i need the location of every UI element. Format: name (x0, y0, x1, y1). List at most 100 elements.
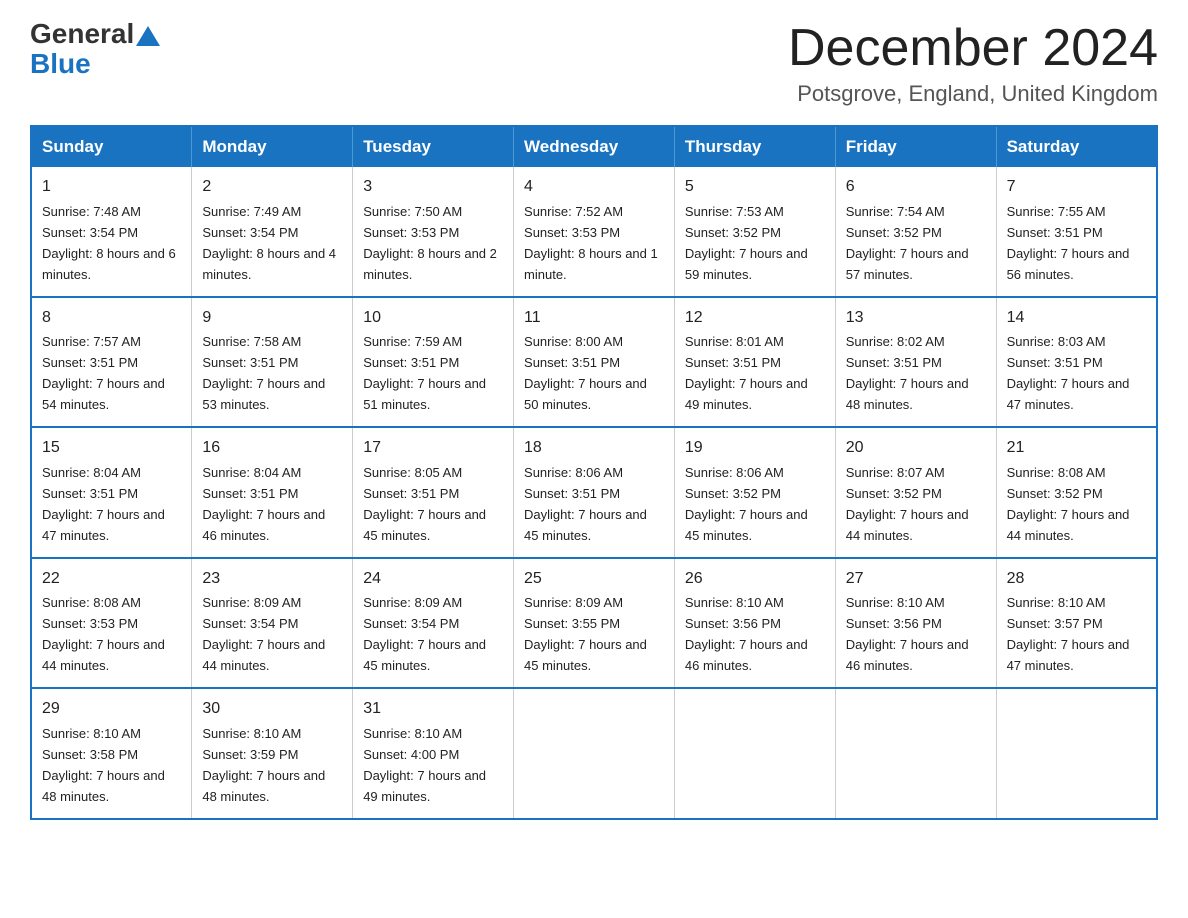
day-number: 5 (685, 175, 825, 200)
table-row: 11 Sunrise: 8:00 AMSunset: 3:51 PMDaylig… (514, 297, 675, 427)
day-number: 16 (202, 436, 342, 461)
table-row: 22 Sunrise: 8:08 AMSunset: 3:53 PMDaylig… (31, 558, 192, 688)
table-row (835, 688, 996, 818)
table-row: 14 Sunrise: 8:03 AMSunset: 3:51 PMDaylig… (996, 297, 1157, 427)
day-number: 9 (202, 306, 342, 331)
day-number: 2 (202, 175, 342, 200)
day-info: Sunrise: 8:04 AMSunset: 3:51 PMDaylight:… (202, 465, 325, 543)
table-row: 5 Sunrise: 7:53 AMSunset: 3:52 PMDayligh… (674, 167, 835, 296)
table-row: 10 Sunrise: 7:59 AMSunset: 3:51 PMDaylig… (353, 297, 514, 427)
table-row: 1 Sunrise: 7:48 AMSunset: 3:54 PMDayligh… (31, 167, 192, 296)
day-info: Sunrise: 8:09 AMSunset: 3:55 PMDaylight:… (524, 595, 647, 673)
logo-blue-text: Blue (30, 48, 91, 80)
location: Potsgrove, England, United Kingdom (788, 81, 1158, 107)
table-row: 26 Sunrise: 8:10 AMSunset: 3:56 PMDaylig… (674, 558, 835, 688)
day-number: 19 (685, 436, 825, 461)
day-number: 12 (685, 306, 825, 331)
day-number: 4 (524, 175, 664, 200)
day-info: Sunrise: 7:53 AMSunset: 3:52 PMDaylight:… (685, 204, 808, 282)
table-row: 13 Sunrise: 8:02 AMSunset: 3:51 PMDaylig… (835, 297, 996, 427)
day-info: Sunrise: 8:10 AMSunset: 3:56 PMDaylight:… (846, 595, 969, 673)
day-number: 28 (1007, 567, 1146, 592)
day-info: Sunrise: 8:10 AMSunset: 3:58 PMDaylight:… (42, 726, 165, 804)
table-row: 9 Sunrise: 7:58 AMSunset: 3:51 PMDayligh… (192, 297, 353, 427)
table-row: 7 Sunrise: 7:55 AMSunset: 3:51 PMDayligh… (996, 167, 1157, 296)
table-row: 29 Sunrise: 8:10 AMSunset: 3:58 PMDaylig… (31, 688, 192, 818)
day-info: Sunrise: 7:48 AMSunset: 3:54 PMDaylight:… (42, 204, 176, 282)
day-info: Sunrise: 8:07 AMSunset: 3:52 PMDaylight:… (846, 465, 969, 543)
day-number: 7 (1007, 175, 1146, 200)
table-row: 15 Sunrise: 8:04 AMSunset: 3:51 PMDaylig… (31, 427, 192, 557)
table-row: 27 Sunrise: 8:10 AMSunset: 3:56 PMDaylig… (835, 558, 996, 688)
day-info: Sunrise: 8:09 AMSunset: 3:54 PMDaylight:… (202, 595, 325, 673)
day-number: 29 (42, 697, 181, 722)
table-row (996, 688, 1157, 818)
day-number: 31 (363, 697, 503, 722)
col-saturday: Saturday (996, 126, 1157, 167)
day-info: Sunrise: 8:10 AMSunset: 3:59 PMDaylight:… (202, 726, 325, 804)
day-number: 17 (363, 436, 503, 461)
calendar-week-row: 22 Sunrise: 8:08 AMSunset: 3:53 PMDaylig… (31, 558, 1157, 688)
table-row: 3 Sunrise: 7:50 AMSunset: 3:53 PMDayligh… (353, 167, 514, 296)
day-number: 14 (1007, 306, 1146, 331)
table-row: 31 Sunrise: 8:10 AMSunset: 4:00 PMDaylig… (353, 688, 514, 818)
table-row: 21 Sunrise: 8:08 AMSunset: 3:52 PMDaylig… (996, 427, 1157, 557)
day-info: Sunrise: 8:06 AMSunset: 3:52 PMDaylight:… (685, 465, 808, 543)
day-info: Sunrise: 7:57 AMSunset: 3:51 PMDaylight:… (42, 334, 165, 412)
logo-general-text: General (30, 20, 134, 48)
col-monday: Monday (192, 126, 353, 167)
table-row: 4 Sunrise: 7:52 AMSunset: 3:53 PMDayligh… (514, 167, 675, 296)
logo-triangle-icon (136, 26, 160, 46)
calendar-week-row: 8 Sunrise: 7:57 AMSunset: 3:51 PMDayligh… (31, 297, 1157, 427)
day-number: 13 (846, 306, 986, 331)
day-info: Sunrise: 8:05 AMSunset: 3:51 PMDaylight:… (363, 465, 486, 543)
day-number: 15 (42, 436, 181, 461)
col-wednesday: Wednesday (514, 126, 675, 167)
day-number: 6 (846, 175, 986, 200)
calendar-week-row: 1 Sunrise: 7:48 AMSunset: 3:54 PMDayligh… (31, 167, 1157, 296)
day-info: Sunrise: 7:59 AMSunset: 3:51 PMDaylight:… (363, 334, 486, 412)
calendar-header-row: Sunday Monday Tuesday Wednesday Thursday… (31, 126, 1157, 167)
col-friday: Friday (835, 126, 996, 167)
table-row: 12 Sunrise: 8:01 AMSunset: 3:51 PMDaylig… (674, 297, 835, 427)
day-info: Sunrise: 8:01 AMSunset: 3:51 PMDaylight:… (685, 334, 808, 412)
day-info: Sunrise: 7:50 AMSunset: 3:53 PMDaylight:… (363, 204, 497, 282)
day-info: Sunrise: 8:06 AMSunset: 3:51 PMDaylight:… (524, 465, 647, 543)
day-number: 22 (42, 567, 181, 592)
day-info: Sunrise: 8:02 AMSunset: 3:51 PMDaylight:… (846, 334, 969, 412)
table-row: 16 Sunrise: 8:04 AMSunset: 3:51 PMDaylig… (192, 427, 353, 557)
day-number: 30 (202, 697, 342, 722)
col-sunday: Sunday (31, 126, 192, 167)
day-number: 26 (685, 567, 825, 592)
col-thursday: Thursday (674, 126, 835, 167)
day-info: Sunrise: 7:55 AMSunset: 3:51 PMDaylight:… (1007, 204, 1130, 282)
table-row: 17 Sunrise: 8:05 AMSunset: 3:51 PMDaylig… (353, 427, 514, 557)
day-info: Sunrise: 8:10 AMSunset: 3:56 PMDaylight:… (685, 595, 808, 673)
day-info: Sunrise: 7:52 AMSunset: 3:53 PMDaylight:… (524, 204, 658, 282)
table-row: 19 Sunrise: 8:06 AMSunset: 3:52 PMDaylig… (674, 427, 835, 557)
table-row: 23 Sunrise: 8:09 AMSunset: 3:54 PMDaylig… (192, 558, 353, 688)
day-number: 25 (524, 567, 664, 592)
day-info: Sunrise: 8:10 AMSunset: 3:57 PMDaylight:… (1007, 595, 1130, 673)
day-number: 27 (846, 567, 986, 592)
calendar-table: Sunday Monday Tuesday Wednesday Thursday… (30, 125, 1158, 819)
table-row: 28 Sunrise: 8:10 AMSunset: 3:57 PMDaylig… (996, 558, 1157, 688)
day-number: 21 (1007, 436, 1146, 461)
col-tuesday: Tuesday (353, 126, 514, 167)
table-row: 8 Sunrise: 7:57 AMSunset: 3:51 PMDayligh… (31, 297, 192, 427)
calendar-week-row: 15 Sunrise: 8:04 AMSunset: 3:51 PMDaylig… (31, 427, 1157, 557)
title-block: December 2024 Potsgrove, England, United… (788, 20, 1158, 107)
table-row: 18 Sunrise: 8:06 AMSunset: 3:51 PMDaylig… (514, 427, 675, 557)
table-row: 24 Sunrise: 8:09 AMSunset: 3:54 PMDaylig… (353, 558, 514, 688)
day-number: 24 (363, 567, 503, 592)
day-info: Sunrise: 8:03 AMSunset: 3:51 PMDaylight:… (1007, 334, 1130, 412)
day-info: Sunrise: 8:04 AMSunset: 3:51 PMDaylight:… (42, 465, 165, 543)
table-row: 2 Sunrise: 7:49 AMSunset: 3:54 PMDayligh… (192, 167, 353, 296)
day-info: Sunrise: 8:09 AMSunset: 3:54 PMDaylight:… (363, 595, 486, 673)
table-row (674, 688, 835, 818)
logo: General Blue (30, 20, 162, 80)
day-number: 1 (42, 175, 181, 200)
day-number: 11 (524, 306, 664, 331)
day-info: Sunrise: 7:58 AMSunset: 3:51 PMDaylight:… (202, 334, 325, 412)
day-info: Sunrise: 8:00 AMSunset: 3:51 PMDaylight:… (524, 334, 647, 412)
